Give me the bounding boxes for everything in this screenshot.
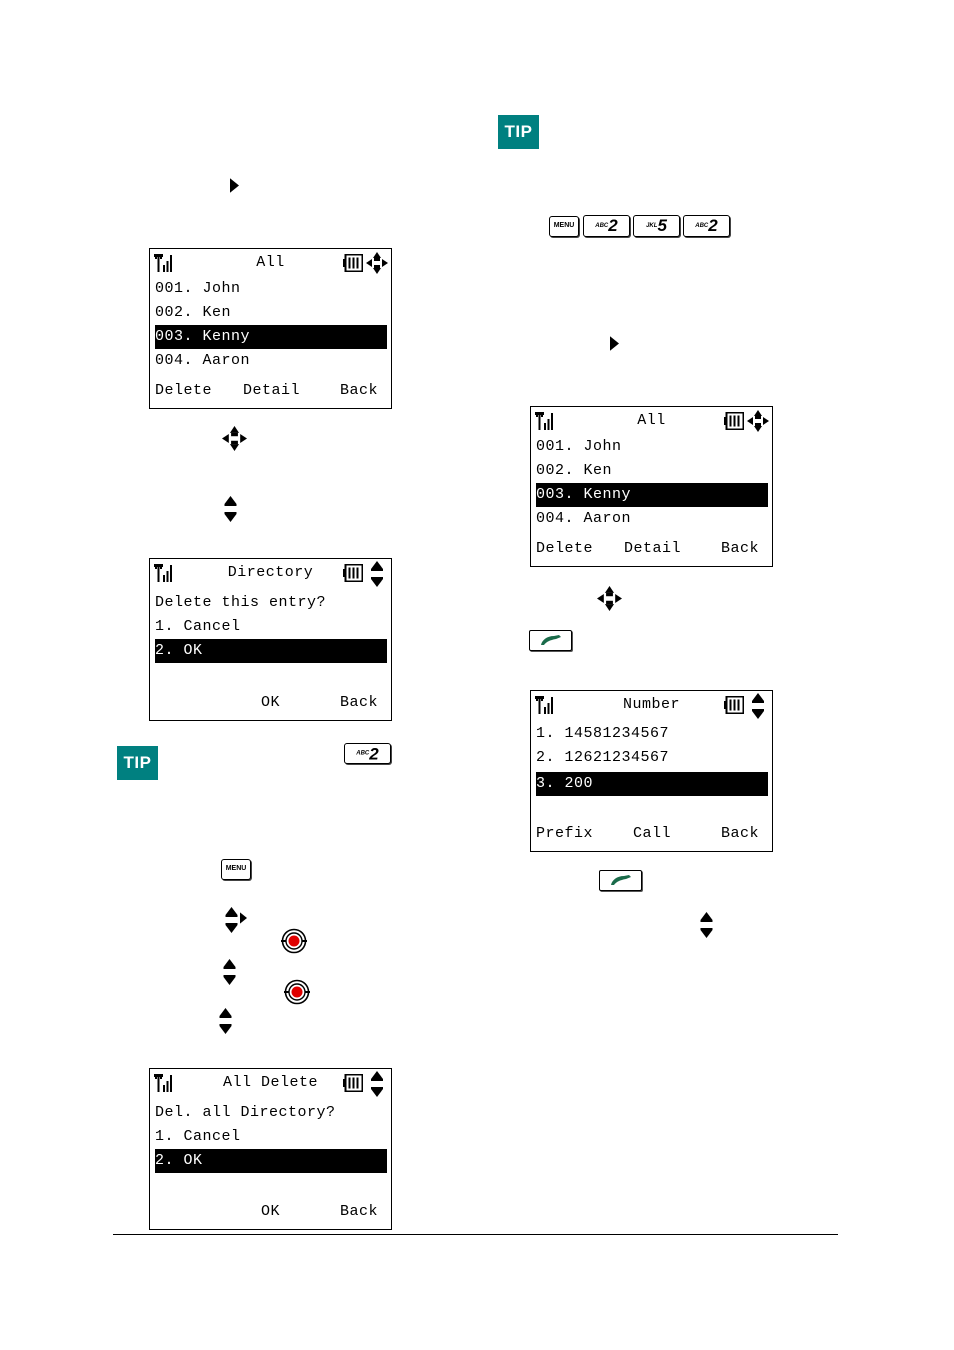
option-cancel[interactable]: 1. Cancel [150, 1125, 387, 1149]
up-down-nav-icon [223, 959, 236, 985]
battery-icon [724, 412, 744, 430]
up-down-nav-icon [371, 561, 383, 587]
prompt-text: Delete this entry? [155, 594, 327, 611]
list-item[interactable]: 002. Ken [531, 459, 768, 483]
lcd-delete-all: All Delete Del. all Directory? 1. Cancel… [149, 1068, 392, 1230]
right-arrow-icon [610, 336, 619, 351]
right-arrow-icon [240, 912, 247, 924]
four-way-nav-icon [597, 586, 622, 611]
up-down-nav-icon [752, 693, 764, 719]
softkey-bar: OK Back [150, 694, 391, 714]
battery-icon [343, 254, 363, 272]
key-jkl-5: JKL5 [633, 215, 680, 237]
softkey-back[interactable]: Back [340, 694, 378, 711]
lcd-directory-list: All 001. John 002. Ken 003. Kenny 004. A… [530, 406, 773, 567]
menu-key-icon: MENU [549, 216, 579, 237]
list-item-selected[interactable]: 003. Kenny [536, 483, 768, 507]
call-handset-icon [609, 874, 633, 886]
right-arrow-icon [230, 178, 239, 193]
ok-button-icon [284, 979, 310, 1005]
softkey-detail[interactable]: Detail [624, 540, 681, 557]
list-item[interactable]: 001. John [531, 435, 768, 459]
up-down-nav-icon [371, 1071, 383, 1097]
footer-divider [113, 1234, 838, 1235]
option-ok-selected[interactable]: 2. OK [155, 639, 387, 663]
softkey-bar: Delete Detail Back [531, 540, 772, 560]
four-way-nav-icon [222, 426, 247, 451]
option-ok-selected[interactable]: 2. OK [155, 1149, 387, 1173]
number-option-selected[interactable]: 3. 200 [536, 772, 768, 796]
softkey-bar: Delete Detail Back [150, 382, 391, 402]
tip-badge: TIP [117, 746, 158, 780]
up-down-nav-icon [225, 907, 238, 933]
up-down-nav-icon [700, 912, 713, 938]
key-abc-2: ABC2 [583, 215, 630, 237]
ok-button-icon [281, 928, 307, 954]
list-item[interactable]: 004. Aaron [150, 349, 387, 373]
call-handset-icon [539, 634, 563, 646]
tip-badge: TIP [498, 115, 539, 149]
battery-icon [343, 564, 363, 582]
battery-icon [724, 696, 744, 714]
call-key-icon [599, 870, 642, 891]
number-option[interactable]: 1. 14581234567 [531, 722, 768, 746]
softkey-bar: OK Back [150, 1203, 391, 1223]
up-down-nav-icon [219, 1008, 232, 1034]
lcd-delete-entry: Directory Delete this entry? 1. Cancel 2… [149, 558, 392, 721]
call-key-icon [529, 630, 572, 651]
softkey-bar: Prefix Call Back [531, 825, 772, 845]
softkey-delete[interactable]: Delete [155, 382, 212, 399]
softkey-delete[interactable]: Delete [536, 540, 593, 557]
list-item-selected[interactable]: 003. Kenny [155, 325, 387, 349]
list-item[interactable]: 002. Ken [150, 301, 387, 325]
softkey-back[interactable]: Back [721, 540, 759, 557]
prompt-text: Del. all Directory? [155, 1104, 336, 1121]
four-way-nav-icon [747, 410, 769, 432]
softkey-detail[interactable]: Detail [243, 382, 300, 399]
option-cancel[interactable]: 1. Cancel [150, 615, 387, 639]
list-item[interactable]: 004. Aaron [531, 507, 768, 531]
four-way-nav-icon [366, 252, 388, 274]
battery-icon [343, 1074, 363, 1092]
key-abc-2: ABC2 [683, 215, 730, 237]
lcd-directory-list: All 001. John 002. Ken 003. Kenny 004. A… [149, 248, 392, 409]
softkey-back[interactable]: Back [340, 382, 378, 399]
softkey-prefix[interactable]: Prefix [536, 825, 593, 842]
lcd-number-select: Number 1. 14581234567 2. 12621234567 3. … [530, 690, 773, 852]
menu-key-icon: MENU [221, 859, 251, 880]
softkey-ok[interactable]: OK [261, 1203, 280, 1220]
softkey-ok[interactable]: OK [261, 694, 280, 711]
softkey-call[interactable]: Call [633, 825, 671, 842]
list-item[interactable]: 001. John [150, 277, 387, 301]
up-down-nav-icon [224, 496, 237, 522]
key-abc-2: ABC2 [344, 743, 391, 764]
softkey-back[interactable]: Back [340, 1203, 378, 1220]
softkey-back[interactable]: Back [721, 825, 759, 842]
number-option[interactable]: 2. 12621234567 [531, 746, 768, 770]
